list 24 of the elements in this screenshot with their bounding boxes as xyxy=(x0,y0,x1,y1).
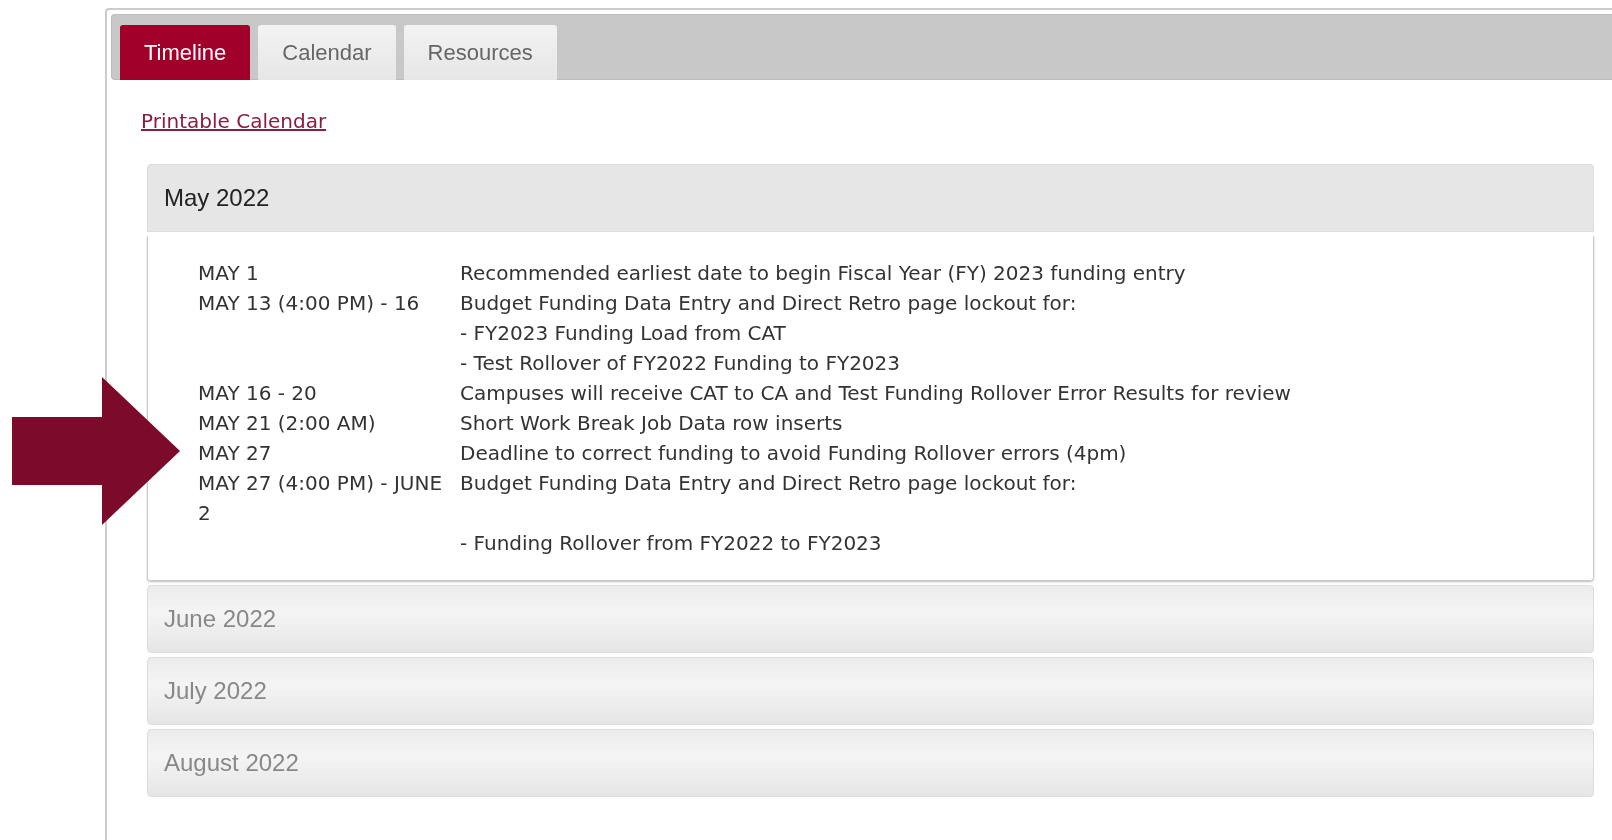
arrow-icon xyxy=(12,377,180,525)
month-header[interactable]: June 2022 xyxy=(147,585,1594,653)
month-header[interactable]: August 2022 xyxy=(147,729,1594,797)
month-header[interactable]: May 2022 xyxy=(147,164,1594,232)
event-description: - FY2023 Funding Load from CAT xyxy=(460,320,787,347)
printable-calendar-link[interactable]: Printable Calendar xyxy=(141,106,327,136)
tab[interactable]: Resources xyxy=(403,25,557,80)
tab[interactable]: Timeline xyxy=(120,25,251,80)
tab[interactable]: Calendar xyxy=(258,25,396,80)
event-date: MAY 27 xyxy=(198,441,272,465)
month-header[interactable]: July 2022 xyxy=(147,657,1594,725)
event-description: - Funding Rollover from FY2022 to FY2023 xyxy=(460,530,883,557)
event-description: Budget Funding Data Entry and Direct Retro page lockout for: xyxy=(460,470,1077,497)
event-description: Short Work Break Job Data row inserts xyxy=(460,410,843,437)
event-date: MAY 16 - 20 xyxy=(198,381,317,405)
event-date: MAY 1 xyxy=(198,261,259,285)
event-date: MAY 13 (4:00 PM) - 16 xyxy=(198,291,420,315)
event-description: Budget Funding Data Entry and Direct Retro page lockout for: xyxy=(460,290,1077,317)
event-description: Deadline to correct funding to avoid Funding Rollover errors (4pm) xyxy=(460,440,1127,467)
event-description: Campuses will receive CAT to CA and Test Funding Rollover Error Results for review xyxy=(460,380,1291,407)
event-description: Recommended earliest date to begin Fiscal Year (FY) 2023 funding entry xyxy=(460,260,1186,287)
event-date: MAY 27 (4:00 PM) - JUNE 2 xyxy=(198,471,443,525)
event-description: - Test Rollover of FY2022 Funding to FY2023 xyxy=(460,350,902,377)
event-date: MAY 21 (2:00 AM) xyxy=(198,411,376,435)
